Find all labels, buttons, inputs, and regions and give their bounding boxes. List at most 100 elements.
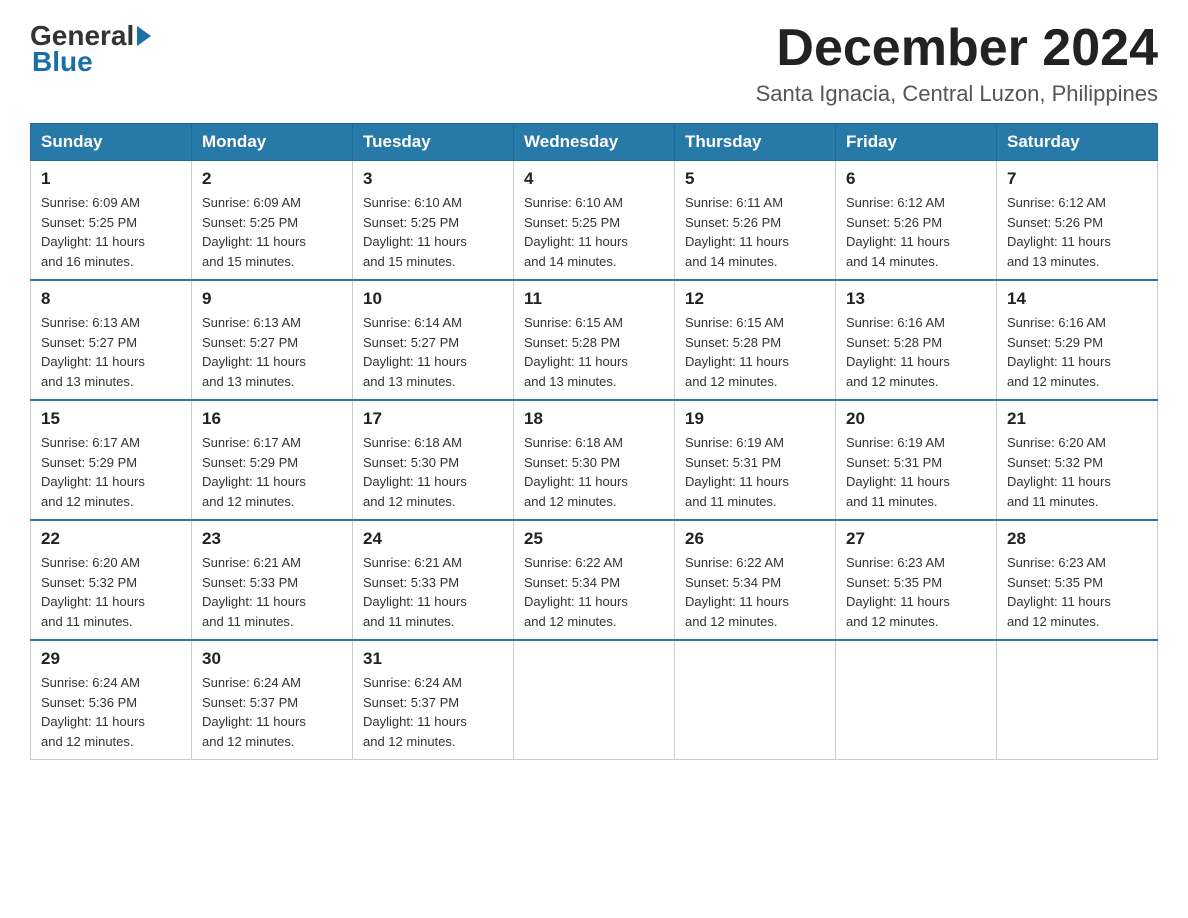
day-number: 12 (685, 289, 825, 309)
day-info: Sunrise: 6:15 AMSunset: 5:28 PMDaylight:… (524, 313, 664, 391)
day-number: 1 (41, 169, 181, 189)
day-number: 3 (363, 169, 503, 189)
calendar-cell: 23 Sunrise: 6:21 AMSunset: 5:33 PMDayligh… (192, 520, 353, 640)
day-number: 5 (685, 169, 825, 189)
calendar-cell: 17 Sunrise: 6:18 AMSunset: 5:30 PMDayligh… (353, 400, 514, 520)
day-number: 29 (41, 649, 181, 669)
calendar-header-row: SundayMondayTuesdayWednesdayThursdayFrid… (31, 124, 1158, 161)
calendar-cell (836, 640, 997, 760)
day-info: Sunrise: 6:16 AMSunset: 5:29 PMDaylight:… (1007, 313, 1147, 391)
day-number: 22 (41, 529, 181, 549)
day-info: Sunrise: 6:18 AMSunset: 5:30 PMDaylight:… (363, 433, 503, 511)
calendar-cell: 22 Sunrise: 6:20 AMSunset: 5:32 PMDayligh… (31, 520, 192, 640)
header-saturday: Saturday (997, 124, 1158, 161)
calendar-cell: 4 Sunrise: 6:10 AMSunset: 5:25 PMDaylight… (514, 161, 675, 281)
day-number: 6 (846, 169, 986, 189)
calendar-cell: 5 Sunrise: 6:11 AMSunset: 5:26 PMDaylight… (675, 161, 836, 281)
calendar-cell: 2 Sunrise: 6:09 AMSunset: 5:25 PMDaylight… (192, 161, 353, 281)
calendar-cell: 6 Sunrise: 6:12 AMSunset: 5:26 PMDaylight… (836, 161, 997, 281)
day-info: Sunrise: 6:10 AMSunset: 5:25 PMDaylight:… (363, 193, 503, 271)
day-number: 2 (202, 169, 342, 189)
calendar-cell: 29Sunrise: 6:24 AMSunset: 5:36 PMDayligh… (31, 640, 192, 760)
calendar-cell: 28 Sunrise: 6:23 AMSunset: 5:35 PMDayligh… (997, 520, 1158, 640)
calendar-cell: 18Sunrise: 6:18 AMSunset: 5:30 PMDayligh… (514, 400, 675, 520)
calendar-cell: 3 Sunrise: 6:10 AMSunset: 5:25 PMDaylight… (353, 161, 514, 281)
calendar-cell: 10 Sunrise: 6:14 AMSunset: 5:27 PMDayligh… (353, 280, 514, 400)
day-info: Sunrise: 6:09 AMSunset: 5:25 PMDaylight:… (202, 193, 342, 271)
day-info: Sunrise: 6:16 AMSunset: 5:28 PMDaylight:… (846, 313, 986, 391)
month-title: December 2024 (756, 20, 1158, 77)
day-info: Sunrise: 6:22 AMSunset: 5:34 PMDaylight:… (685, 553, 825, 631)
calendar-week-1: 1 Sunrise: 6:09 AMSunset: 5:25 PMDaylight… (31, 161, 1158, 281)
day-info: Sunrise: 6:14 AMSunset: 5:27 PMDaylight:… (363, 313, 503, 391)
header-tuesday: Tuesday (353, 124, 514, 161)
day-info: Sunrise: 6:13 AMSunset: 5:27 PMDaylight:… (202, 313, 342, 391)
day-info: Sunrise: 6:21 AMSunset: 5:33 PMDaylight:… (202, 553, 342, 631)
day-number: 11 (524, 289, 664, 309)
day-info: Sunrise: 6:20 AMSunset: 5:32 PMDaylight:… (41, 553, 181, 631)
calendar-cell: 24Sunrise: 6:21 AMSunset: 5:33 PMDayligh… (353, 520, 514, 640)
title-area: December 2024 Santa Ignacia, Central Luz… (756, 20, 1158, 107)
day-info: Sunrise: 6:12 AMSunset: 5:26 PMDaylight:… (846, 193, 986, 271)
day-info: Sunrise: 6:19 AMSunset: 5:31 PMDaylight:… (846, 433, 986, 511)
day-info: Sunrise: 6:11 AMSunset: 5:26 PMDaylight:… (685, 193, 825, 271)
day-number: 17 (363, 409, 503, 429)
day-info: Sunrise: 6:19 AMSunset: 5:31 PMDaylight:… (685, 433, 825, 511)
day-info: Sunrise: 6:20 AMSunset: 5:32 PMDaylight:… (1007, 433, 1147, 511)
day-number: 23 (202, 529, 342, 549)
day-number: 31 (363, 649, 503, 669)
calendar-cell: 8 Sunrise: 6:13 AMSunset: 5:27 PMDaylight… (31, 280, 192, 400)
calendar-cell: 25Sunrise: 6:22 AMSunset: 5:34 PMDayligh… (514, 520, 675, 640)
header-monday: Monday (192, 124, 353, 161)
header-thursday: Thursday (675, 124, 836, 161)
day-info: Sunrise: 6:23 AMSunset: 5:35 PMDaylight:… (1007, 553, 1147, 631)
logo: General Blue (30, 20, 152, 78)
day-number: 8 (41, 289, 181, 309)
day-info: Sunrise: 6:21 AMSunset: 5:33 PMDaylight:… (363, 553, 503, 631)
calendar-week-5: 29Sunrise: 6:24 AMSunset: 5:36 PMDayligh… (31, 640, 1158, 760)
calendar-cell: 15 Sunrise: 6:17 AMSunset: 5:29 PMDayligh… (31, 400, 192, 520)
day-number: 28 (1007, 529, 1147, 549)
day-number: 9 (202, 289, 342, 309)
calendar-week-4: 22 Sunrise: 6:20 AMSunset: 5:32 PMDayligh… (31, 520, 1158, 640)
calendar-cell: 21 Sunrise: 6:20 AMSunset: 5:32 PMDayligh… (997, 400, 1158, 520)
header-friday: Friday (836, 124, 997, 161)
day-info: Sunrise: 6:17 AMSunset: 5:29 PMDaylight:… (202, 433, 342, 511)
day-number: 4 (524, 169, 664, 189)
calendar-table: SundayMondayTuesdayWednesdayThursdayFrid… (30, 123, 1158, 760)
calendar-cell: 20Sunrise: 6:19 AMSunset: 5:31 PMDayligh… (836, 400, 997, 520)
day-info: Sunrise: 6:17 AMSunset: 5:29 PMDaylight:… (41, 433, 181, 511)
day-info: Sunrise: 6:24 AMSunset: 5:37 PMDaylight:… (202, 673, 342, 751)
calendar-cell (675, 640, 836, 760)
day-info: Sunrise: 6:10 AMSunset: 5:25 PMDaylight:… (524, 193, 664, 271)
day-number: 16 (202, 409, 342, 429)
day-number: 21 (1007, 409, 1147, 429)
day-info: Sunrise: 6:24 AMSunset: 5:37 PMDaylight:… (363, 673, 503, 751)
day-number: 13 (846, 289, 986, 309)
day-info: Sunrise: 6:23 AMSunset: 5:35 PMDaylight:… (846, 553, 986, 631)
calendar-cell: 26 Sunrise: 6:22 AMSunset: 5:34 PMDayligh… (675, 520, 836, 640)
calendar-week-2: 8 Sunrise: 6:13 AMSunset: 5:27 PMDaylight… (31, 280, 1158, 400)
day-number: 7 (1007, 169, 1147, 189)
calendar-cell: 11 Sunrise: 6:15 AMSunset: 5:28 PMDayligh… (514, 280, 675, 400)
day-info: Sunrise: 6:09 AMSunset: 5:25 PMDaylight:… (41, 193, 181, 271)
day-number: 30 (202, 649, 342, 669)
day-info: Sunrise: 6:13 AMSunset: 5:27 PMDaylight:… (41, 313, 181, 391)
logo-blue: Blue (32, 46, 93, 77)
calendar-cell: 16 Sunrise: 6:17 AMSunset: 5:29 PMDayligh… (192, 400, 353, 520)
calendar-cell: 13 Sunrise: 6:16 AMSunset: 5:28 PMDayligh… (836, 280, 997, 400)
day-info: Sunrise: 6:15 AMSunset: 5:28 PMDaylight:… (685, 313, 825, 391)
calendar-cell: 7Sunrise: 6:12 AMSunset: 5:26 PMDaylight… (997, 161, 1158, 281)
day-number: 14 (1007, 289, 1147, 309)
day-number: 10 (363, 289, 503, 309)
calendar-cell: 1 Sunrise: 6:09 AMSunset: 5:25 PMDaylight… (31, 161, 192, 281)
page-header: General Blue December 2024 Santa Ignacia… (30, 20, 1158, 107)
calendar-cell: 27 Sunrise: 6:23 AMSunset: 5:35 PMDayligh… (836, 520, 997, 640)
calendar-week-3: 15 Sunrise: 6:17 AMSunset: 5:29 PMDayligh… (31, 400, 1158, 520)
day-info: Sunrise: 6:18 AMSunset: 5:30 PMDaylight:… (524, 433, 664, 511)
calendar-cell: 14 Sunrise: 6:16 AMSunset: 5:29 PMDayligh… (997, 280, 1158, 400)
day-number: 26 (685, 529, 825, 549)
day-number: 27 (846, 529, 986, 549)
day-number: 19 (685, 409, 825, 429)
day-number: 15 (41, 409, 181, 429)
